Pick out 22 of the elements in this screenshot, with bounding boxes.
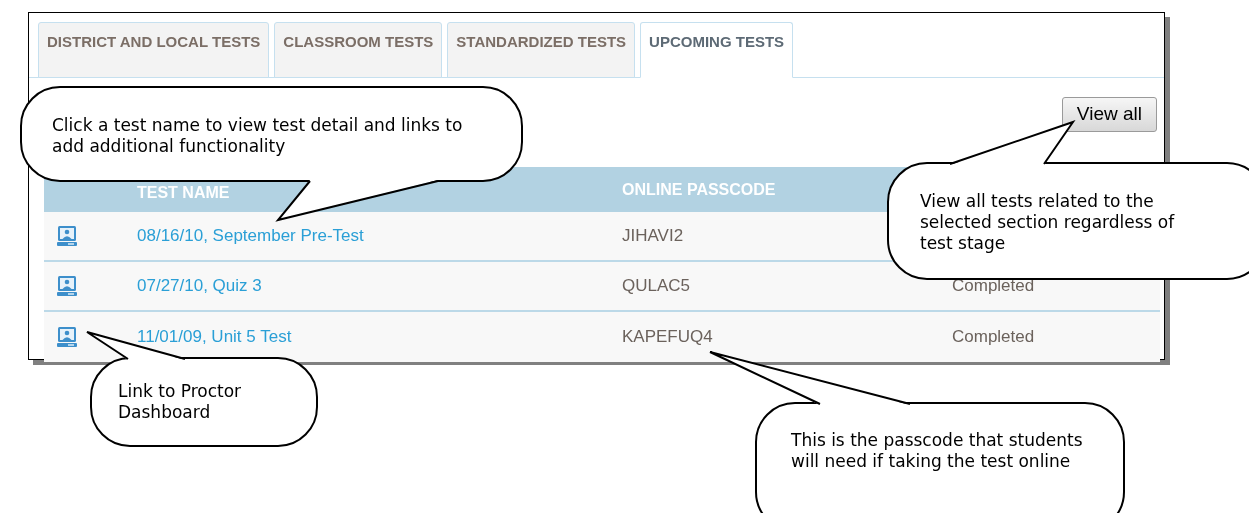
- passcode-text: KAPEFUQ4: [622, 327, 713, 347]
- tab[interactable]: DISTRICT AND LOCAL TESTS: [38, 22, 270, 78]
- callout-text: Link to Proctor Dashboard: [118, 381, 243, 423]
- test-name-link[interactable]: 07/27/10, Quiz 3: [137, 276, 262, 296]
- monitor-person-icon[interactable]: [56, 225, 78, 247]
- callout-text: Click a test name to view test detail and links to add additional functionality: [52, 115, 464, 157]
- test-name-link[interactable]: 08/16/10, September Pre-Test: [137, 226, 364, 246]
- tab[interactable]: STANDARDIZED TESTS: [447, 22, 636, 78]
- passcode-text: JIHAVI2: [622, 226, 684, 246]
- column-header: TEST NAME: [137, 183, 230, 201]
- view-all-button[interactable]: View all: [1061, 97, 1157, 132]
- callout-text: View all tests related to the selected section regardless of test stage: [920, 191, 1176, 254]
- passcode-text: QULAC5: [622, 276, 691, 296]
- monitor-person-icon[interactable]: [56, 326, 78, 348]
- tab[interactable]: UPCOMING TESTS: [640, 22, 794, 78]
- callout-text: This is the passcode that students will need if taking the test online: [791, 430, 1083, 472]
- monitor-person-icon[interactable]: [56, 275, 78, 297]
- tab[interactable]: CLASSROOM TESTS: [274, 22, 443, 78]
- status-text: Completed: [952, 275, 1035, 298]
- column-header: ONLINE PASSCODE: [622, 180, 776, 198]
- test-name-link[interactable]: 11/01/09, Unit 5 Test: [137, 327, 292, 347]
- status-text: Completed: [952, 326, 1035, 349]
